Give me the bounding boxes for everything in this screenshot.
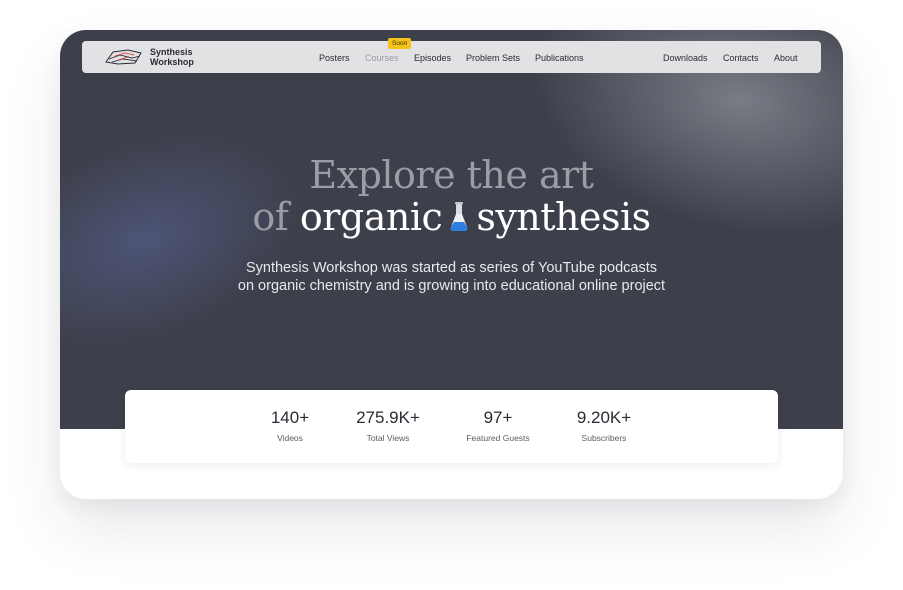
nav-downloads[interactable]: Downloads [663,53,708,63]
hero-glow-left [60,89,335,391]
hero-title-line-2: of organic synthesis [60,196,843,238]
nav-episodes[interactable]: Episodes [414,53,451,63]
stat-label: Total Views [366,433,410,443]
hero-title-line-1: Explore the art [309,153,594,197]
hero-title-prefix: of [252,195,289,239]
stat-label: Subscribers [581,433,627,443]
brand-line-2: Workshop [150,57,194,67]
stats-panel: 140+ Videos 275.9K+ Total Views 97+ Feat… [125,390,778,463]
stat-videos: 140+ Videos [240,408,340,443]
stat-value: 9.20K+ [576,408,632,427]
stat-total-views: 275.9K+ Total Views [338,408,438,443]
hero-title-word-synthesis: synthesis [476,195,651,239]
navbar: Synthesis Workshop Posters Courses Soon … [82,38,821,73]
flask-icon [451,202,468,231]
stat-value: 275.9K+ [356,408,420,427]
browser-frame: Synthesis Workshop Posters Courses Soon … [60,30,843,499]
hero-subtitle-line-1: Synthesis Workshop was started as series… [245,260,658,276]
soon-badge: Soon [388,38,412,49]
stat-label: Videos [277,433,303,443]
nav-posters[interactable]: Posters [319,53,350,63]
stat-subscribers: 9.20K+ Subscribers [554,408,654,443]
nav-about[interactable]: About [774,53,798,63]
stat-featured-guests: 97+ Featured Guests [448,408,548,443]
nav-problem-sets[interactable]: Problem Sets [466,53,520,63]
brand-line-1: Synthesis [150,47,193,57]
brand-name[interactable]: Synthesis Workshop [150,47,194,67]
stat-label: Featured Guests [466,433,530,443]
hero-section: Synthesis Workshop Posters Courses Soon … [60,30,843,429]
stat-value: 140+ [270,408,310,427]
hero-subtitle-line-2: on organic chemistry and is growing into… [237,278,666,294]
nav-contacts[interactable]: Contacts [723,53,759,63]
hero-subtitle: Synthesis Workshop was started as series… [60,259,843,295]
synthesis-logo-icon[interactable] [104,47,144,67]
hero-title-word-organic: organic [299,195,443,239]
stat-value: 97+ [483,408,513,427]
nav-publications[interactable]: Publications [535,53,584,63]
nav-courses[interactable]: Courses [365,53,399,63]
